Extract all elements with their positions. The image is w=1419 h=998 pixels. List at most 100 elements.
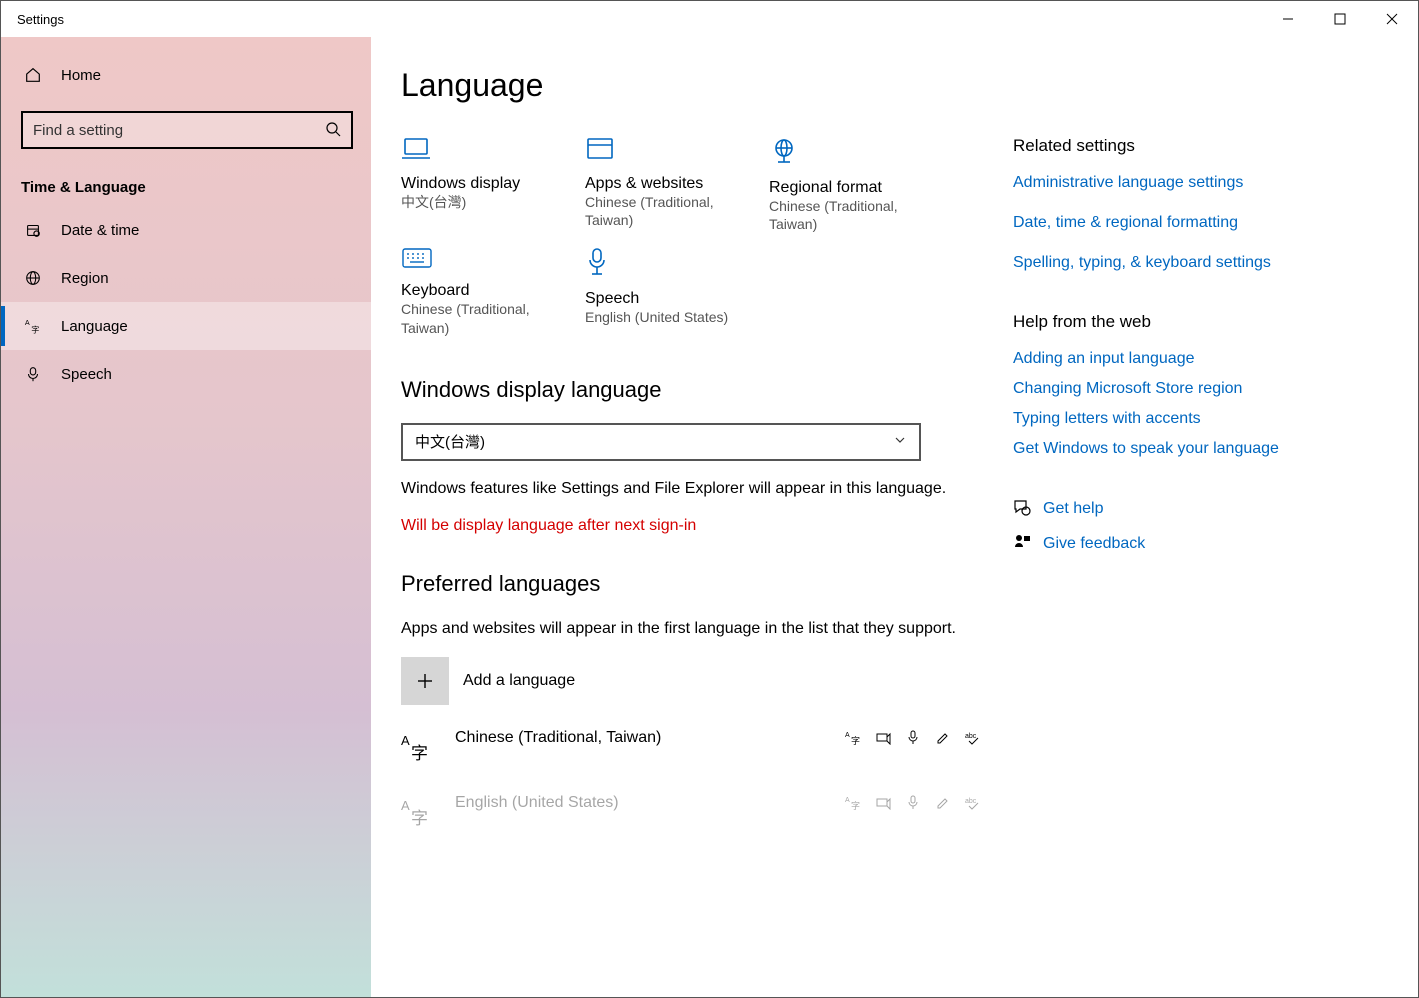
close-button[interactable] [1366, 1, 1418, 37]
display-lang-help: Windows features like Settings and File … [401, 477, 981, 501]
svg-text:abc: abc [965, 733, 977, 740]
sidebar-item-speech[interactable]: Speech [1, 350, 371, 398]
titlebar: Settings [1, 1, 1418, 37]
language-item[interactable]: A字 English (United States) A字 abc [401, 794, 981, 833]
link-accents[interactable]: Typing letters with accents [1013, 410, 1388, 428]
svg-text:A: A [845, 732, 850, 739]
home-icon [21, 66, 45, 84]
preferred-title: Preferred languages [401, 571, 981, 597]
language-name: Chinese (Traditional, Taiwan) [455, 729, 845, 747]
spellcheck-icon: abc [965, 794, 981, 813]
display-lang-title: Windows display language [401, 377, 981, 403]
sidebar-search-row [1, 107, 371, 163]
link-add-input-lang[interactable]: Adding an input language [1013, 350, 1388, 368]
window-title: Settings [17, 12, 64, 27]
sidebar-item-label: Date & time [61, 222, 139, 239]
microphone-icon [585, 247, 755, 280]
clock-icon [21, 221, 45, 239]
window-icon [585, 136, 755, 165]
language-features: A字 abc [845, 729, 981, 748]
link-store-region[interactable]: Changing Microsoft Store region [1013, 380, 1388, 398]
tile-sub: Chinese (Traditional, Taiwan) [401, 300, 571, 336]
link-spelling-typing[interactable]: Spelling, typing, & keyboard settings [1013, 254, 1388, 272]
link-speak-lang[interactable]: Get Windows to speak your language [1013, 440, 1388, 458]
svg-text:字: 字 [851, 735, 860, 745]
dropdown-value: 中文(台灣) [415, 431, 485, 452]
window-controls [1262, 1, 1418, 37]
search-icon [325, 121, 341, 140]
svg-text:A: A [25, 318, 30, 327]
display-lang-dropdown[interactable]: 中文(台灣) [401, 423, 921, 461]
tile-sub: Chinese (Traditional, Taiwan) [769, 197, 939, 233]
language-features: A字 abc [845, 794, 981, 813]
sidebar-group-title: Time & Language [1, 163, 371, 206]
svg-text:字: 字 [851, 800, 860, 810]
main-pane: Language Windows display 中文(台灣) [371, 37, 1418, 997]
svg-text:abc: abc [965, 798, 977, 805]
language-item[interactable]: A字 Chinese (Traditional, Taiwan) A字 abc [401, 729, 981, 768]
sidebar-item-label: Speech [61, 366, 112, 383]
microphone-icon [21, 365, 45, 383]
tile-label: Speech [585, 290, 755, 308]
add-language-label: Add a language [463, 672, 575, 690]
sidebar-item-label: Language [61, 318, 128, 335]
tile-keyboard[interactable]: Keyboard Chinese (Traditional, Taiwan) [401, 247, 571, 336]
laptop-icon [401, 136, 571, 165]
language-glyph-icon: A字 [401, 796, 441, 833]
sidebar-item-region[interactable]: Region [1, 254, 371, 302]
svg-text:A: A [401, 798, 410, 813]
tts-icon [875, 729, 891, 748]
speech-icon [905, 729, 921, 748]
language-name: English (United States) [455, 794, 845, 812]
tile-sub: Chinese (Traditional, Taiwan) [585, 193, 755, 229]
minimize-button[interactable] [1262, 1, 1314, 37]
plus-icon [401, 657, 449, 705]
handwriting-icon [935, 794, 951, 813]
tile-apps-websites[interactable]: Apps & websites Chinese (Traditional, Ta… [585, 136, 755, 233]
tts-icon [875, 794, 891, 813]
sidebar-home-label: Home [61, 67, 101, 84]
sidebar: Home Time & Language Date & time Region [1, 37, 371, 997]
svg-text:字: 字 [31, 324, 39, 334]
add-language-button[interactable]: Add a language [401, 657, 981, 705]
tile-label: Regional format [769, 179, 939, 197]
get-help-link[interactable]: Get help [1043, 500, 1103, 518]
webhelp-title: Help from the web [1013, 312, 1388, 332]
feedback-link[interactable]: Give feedback [1043, 535, 1145, 553]
display-pack-icon: A字 [845, 729, 861, 748]
svg-text:A: A [845, 797, 850, 804]
tile-sub: 中文(台灣) [401, 193, 571, 211]
help-icon [1013, 498, 1043, 519]
sidebar-item-datetime[interactable]: Date & time [1, 206, 371, 254]
tile-label: Keyboard [401, 282, 571, 300]
link-admin-lang[interactable]: Administrative language settings [1013, 174, 1388, 192]
tile-regional-format[interactable]: Regional format Chinese (Traditional, Ta… [769, 136, 939, 233]
globe-icon [21, 269, 45, 287]
search-input[interactable] [33, 122, 325, 139]
sidebar-item-label: Region [61, 270, 109, 287]
display-lang-warning: Will be display language after next sign… [401, 517, 981, 535]
tile-label: Windows display [401, 175, 571, 193]
sidebar-item-language[interactable]: A字 Language [1, 302, 371, 350]
svg-text:字: 字 [411, 744, 428, 763]
get-help-row[interactable]: Get help [1013, 498, 1388, 519]
tile-speech[interactable]: Speech English (United States) [585, 247, 755, 336]
preferred-help: Apps and websites will appear in the fir… [401, 617, 981, 641]
svg-text:字: 字 [411, 809, 428, 828]
feedback-icon [1013, 533, 1043, 554]
svg-text:A: A [401, 733, 410, 748]
display-pack-icon: A字 [845, 794, 861, 813]
page-title: Language [401, 67, 1388, 104]
search-input-wrap[interactable] [21, 111, 353, 149]
maximize-button[interactable] [1314, 1, 1366, 37]
sidebar-home[interactable]: Home [1, 51, 371, 99]
tile-windows-display[interactable]: Windows display 中文(台灣) [401, 136, 571, 233]
link-date-regional[interactable]: Date, time & regional formatting [1013, 214, 1388, 232]
handwriting-icon [935, 729, 951, 748]
overview-tiles: Windows display 中文(台灣) Apps & websites C… [401, 136, 981, 337]
chevron-down-icon [893, 433, 907, 451]
language-icon: A字 [21, 317, 45, 335]
globe-stand-icon [769, 136, 939, 169]
tile-label: Apps & websites [585, 175, 755, 193]
feedback-row[interactable]: Give feedback [1013, 533, 1388, 554]
